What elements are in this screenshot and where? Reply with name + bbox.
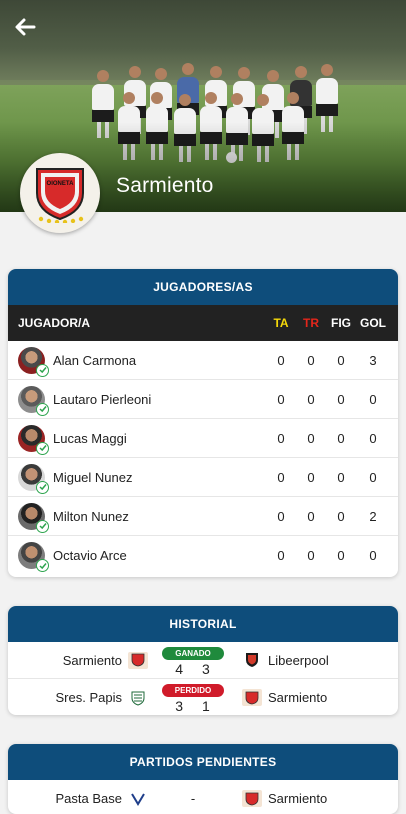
match-row[interactable]: Sarmiento GANADO 4 3 Libeerpool: [8, 642, 398, 679]
player-gol: 0: [369, 548, 377, 563]
shield-icon: OIONETA: [36, 168, 84, 223]
player-ta: 0: [277, 548, 285, 563]
avatar: [18, 424, 49, 455]
table-row[interactable]: Lautaro Pierleoni 0 0 0 0: [8, 380, 398, 419]
player-name: Miguel Nunez: [53, 469, 133, 485]
team-crest-icon: [242, 689, 262, 706]
table-row[interactable]: Alan Carmona 0 0 0 3: [8, 341, 398, 380]
player-name: Alan Carmona: [53, 352, 137, 368]
player-ta: 0: [277, 469, 285, 485]
player-tr: 0: [307, 508, 315, 524]
player-fig: 0: [337, 508, 345, 524]
check-icon: [36, 441, 49, 455]
crest-text: OIONETA: [47, 181, 75, 187]
result-badge: GANADO: [162, 646, 224, 660]
away-team-name: Libeerpool: [268, 652, 329, 668]
player-gol: 0: [369, 430, 377, 446]
avatar: [18, 463, 49, 494]
result-badge: PERDIDO: [162, 684, 224, 697]
table-row[interactable]: Miguel Nunez 0 0 0 0: [8, 458, 398, 497]
home-score: 4: [175, 660, 184, 677]
player-ta: 0: [277, 391, 285, 407]
player-tr: 0: [307, 469, 315, 485]
team-crest-icon: [128, 790, 148, 807]
header-player: JUGADOR/A: [18, 316, 91, 330]
history-card-title: HISTORIAL: [8, 606, 398, 642]
table-row[interactable]: Octavio Arce 0 0 0 0: [8, 536, 398, 575]
table-row[interactable]: Milton Nunez 0 0 0 2: [8, 497, 398, 536]
match-row[interactable]: Pasta Base - Sarmiento: [8, 780, 398, 814]
avatar: [18, 542, 49, 572]
avatar: [18, 502, 49, 533]
team-crest: OIONETA: [20, 153, 100, 233]
team-name: Sarmiento: [116, 174, 214, 197]
check-icon: [36, 559, 49, 572]
arrow-left-icon: [15, 18, 36, 36]
player-fig: 0: [337, 352, 345, 368]
pending-card: PARTIDOS PENDIENTES Pasta Base - Sarmien…: [8, 744, 398, 814]
away-team-name: Sarmiento: [268, 791, 328, 806]
team-crest-icon: [242, 651, 262, 669]
avatar: [18, 385, 49, 416]
player-fig: 0: [337, 469, 345, 485]
check-icon: [36, 480, 49, 494]
header-ta: TA: [273, 316, 289, 330]
player-name: Octavio Arce: [53, 548, 127, 563]
away-team-name: Sarmiento: [268, 690, 328, 705]
player-ta: 0: [277, 352, 285, 368]
player-tr: 0: [307, 430, 315, 446]
home-team-name: Sres. Papis: [55, 690, 122, 705]
away-score: 1: [202, 698, 211, 714]
player-ta: 0: [277, 430, 285, 446]
header-gol: GOL: [360, 316, 386, 330]
player-gol: 0: [369, 391, 377, 407]
player-ta: 0: [277, 508, 285, 524]
table-row[interactable]: Lucas Maggi 0 0 0 0: [8, 419, 398, 458]
player-gol: 2: [369, 508, 377, 524]
player-fig: 0: [337, 430, 345, 446]
header-fig: FIG: [331, 316, 351, 330]
team-crest-icon: [128, 689, 148, 706]
player-tr: 0: [307, 352, 315, 368]
team-crest-icon: [128, 651, 148, 669]
home-team-name: Pasta Base: [55, 791, 123, 806]
player-name: Milton Nunez: [53, 508, 129, 524]
player-tr: 0: [307, 391, 315, 407]
team-crest-icon: [242, 790, 262, 807]
history-card: HISTORIAL Sarmiento GANADO 4 3 Libeerpoo…: [8, 606, 398, 715]
match-separator: -: [190, 791, 196, 806]
check-icon: [36, 519, 49, 533]
away-score: 3: [202, 660, 211, 677]
home-team-name: Sarmiento: [62, 652, 122, 668]
player-fig: 0: [337, 391, 345, 407]
player-name: Lautaro Pierleoni: [53, 391, 152, 407]
pending-card-title: PARTIDOS PENDIENTES: [8, 744, 398, 780]
match-row[interactable]: Sres. Papis PERDIDO 3 1 Sarmiento: [8, 679, 398, 715]
player-tr: 0: [307, 548, 315, 563]
player-name: Lucas Maggi: [53, 430, 127, 446]
players-table-header: JUGADOR/A TA TR FIG GOL: [8, 305, 398, 341]
check-icon: [36, 402, 49, 416]
avatar: [18, 346, 49, 377]
player-fig: 0: [337, 548, 345, 563]
players-card: JUGADORES/AS JUGADOR/A TA TR FIG GOL Ala…: [8, 269, 398, 577]
players-card-title: JUGADORES/AS: [8, 269, 398, 305]
back-button[interactable]: [12, 14, 38, 40]
header-tr: TR: [303, 316, 319, 330]
check-icon: [36, 363, 49, 377]
home-score: 3: [175, 698, 184, 714]
player-gol: 3: [369, 352, 377, 368]
player-gol: 0: [369, 469, 377, 485]
